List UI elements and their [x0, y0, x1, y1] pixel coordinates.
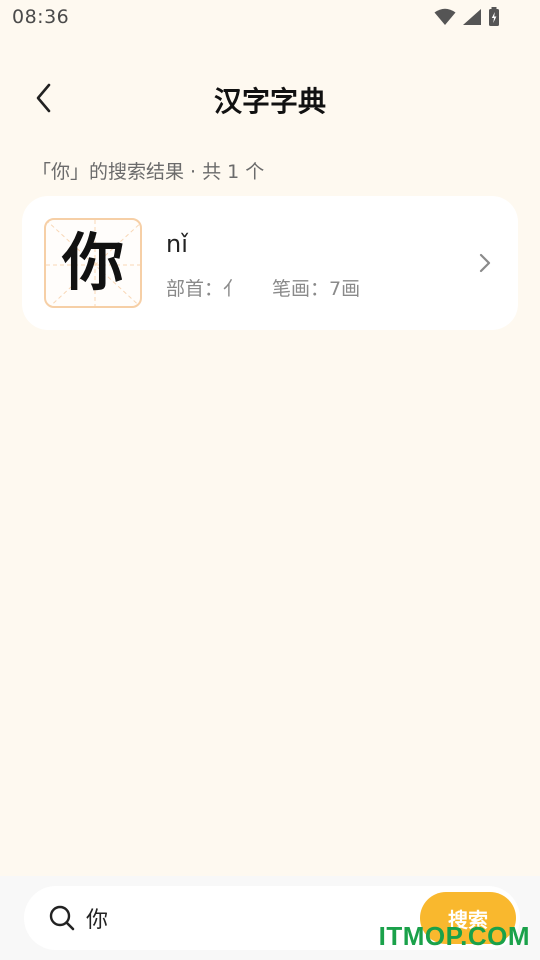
signal-icon	[463, 9, 481, 25]
pinyin: nǐ	[166, 230, 188, 258]
radical-label: 部首：亻	[166, 278, 243, 300]
status-time: 08:36	[12, 6, 70, 28]
page-title: 汉字字典	[213, 85, 326, 118]
screen: 08:36 汉字字典 「你」的搜索结果 · 共 1 个 你 nǐ 部首：亻 笔画…	[0, 0, 540, 960]
wifi-icon	[434, 8, 456, 25]
character-glyph: 你	[61, 226, 124, 299]
chevron-right-icon	[474, 248, 496, 278]
character-grid-box: 你	[44, 218, 142, 308]
status-icons	[434, 7, 500, 27]
battery-charging-icon	[489, 7, 499, 26]
search-icon	[49, 905, 75, 931]
result-summary: 「你」的搜索结果 · 共 1 个	[32, 161, 265, 183]
result-card-ni[interactable]: 你 nǐ 部首：亻 笔画：7画	[22, 196, 518, 330]
strokes-label: 笔画：7画	[272, 278, 361, 300]
header: 汉字字典	[0, 62, 540, 132]
watermark: ITMOP.COM	[378, 921, 530, 951]
character-meta: 部首：亻 笔画：7画	[166, 274, 360, 301]
search-input[interactable]	[86, 898, 406, 938]
status-bar: 08:36	[0, 0, 540, 34]
